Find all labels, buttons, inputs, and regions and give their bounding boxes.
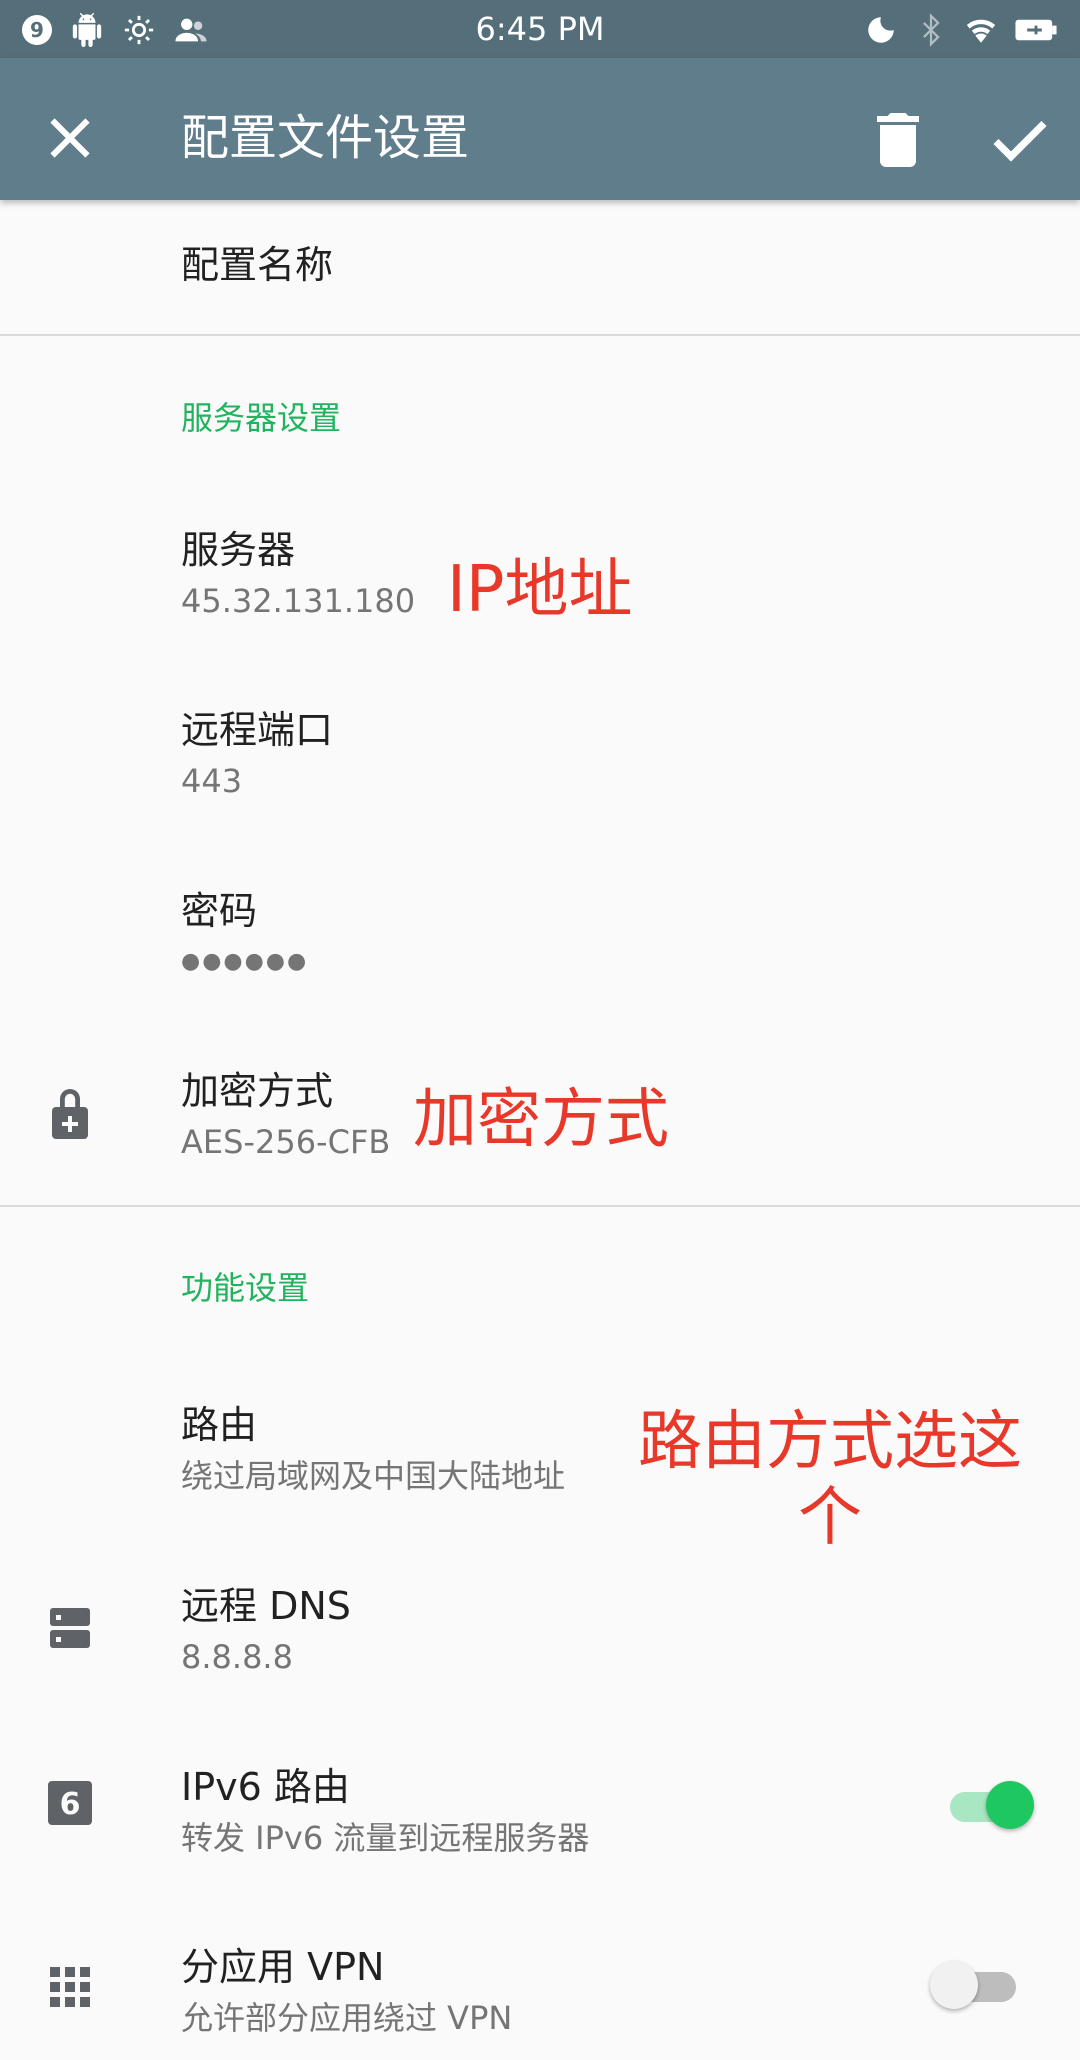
- battery-charging-icon: [1015, 19, 1057, 41]
- close-icon[interactable]: [40, 108, 100, 168]
- apps-grid-icon: [50, 1967, 90, 2007]
- annotation-ip: IP地址: [447, 553, 633, 627]
- profile-name-row[interactable]: 配置名称: [0, 200, 1080, 334]
- annotation-route-line1: 路由方式选这: [638, 1405, 1022, 1479]
- setting-title: 路由: [181, 1403, 258, 1447]
- setting-value: 允许部分应用绕过 VPN: [181, 1999, 513, 2037]
- setting-value: 443: [181, 762, 243, 800]
- page-title: 配置文件设置: [181, 110, 470, 166]
- setting-value: 45.32.131.180: [181, 582, 416, 620]
- setting-value: AES-256-CFB: [181, 1123, 391, 1161]
- profile-name-label: 配置名称: [181, 243, 334, 287]
- toggle-thumb: [930, 1961, 978, 2009]
- setting-value: 8.8.8.8: [181, 1638, 293, 1676]
- svg-text:6: 6: [60, 1787, 81, 1822]
- divider: [0, 334, 1080, 336]
- annotation-route: 路由方式选这 个: [630, 1404, 1030, 1556]
- annotation-encryption: 加密方式: [413, 1083, 669, 1157]
- setting-password[interactable]: 密码 ●●●●●●: [0, 871, 1080, 1021]
- status-bar: 9 6:45 PM: [0, 0, 1080, 58]
- setting-title: 分应用 VPN: [181, 1945, 385, 1989]
- setting-title: 密码: [181, 889, 258, 933]
- setting-title: 远程端口: [181, 708, 334, 752]
- annotation-route-line2: 个: [798, 1481, 862, 1555]
- toggle-thumb: [986, 1781, 1034, 1829]
- divider: [0, 1205, 1080, 1207]
- wifi-icon: [966, 19, 996, 43]
- dns-server-icon: [50, 1608, 90, 1648]
- setting-value: 绕过局域网及中国大陆地址: [181, 1457, 566, 1495]
- check-icon[interactable]: [984, 104, 1056, 176]
- lock-plus-icon: [52, 1089, 88, 1139]
- setting-ipv6-route[interactable]: 6 IPv6 路由 转发 IPv6 流量到远程服务器: [0, 1747, 1080, 1897]
- trash-icon[interactable]: [862, 104, 934, 176]
- moon-icon: [868, 17, 894, 43]
- app-bar: 配置文件设置: [0, 58, 1080, 200]
- section-header-server: 服务器设置: [181, 399, 342, 437]
- bluetooth-icon: [923, 13, 940, 47]
- ipv6-icon: 6: [48, 1781, 92, 1825]
- setting-value: 转发 IPv6 流量到远程服务器: [181, 1819, 590, 1857]
- setting-per-app-vpn[interactable]: 分应用 VPN 允许部分应用绕过 VPN: [0, 1927, 1080, 2060]
- ipv6-toggle[interactable]: [944, 1775, 1034, 1835]
- setting-title: 加密方式: [181, 1069, 334, 1113]
- setting-remote-dns[interactable]: 远程 DNS 8.8.8.8: [0, 1566, 1080, 1716]
- setting-value: ●●●●●●: [181, 949, 309, 974]
- setting-title: 远程 DNS: [181, 1584, 351, 1628]
- setting-title: IPv6 路由: [181, 1765, 350, 1809]
- setting-title: 服务器: [181, 528, 296, 572]
- setting-remote-port[interactable]: 远程端口 443: [0, 690, 1080, 840]
- per-app-vpn-toggle[interactable]: [930, 1955, 1020, 2015]
- section-header-features: 功能设置: [181, 1269, 310, 1307]
